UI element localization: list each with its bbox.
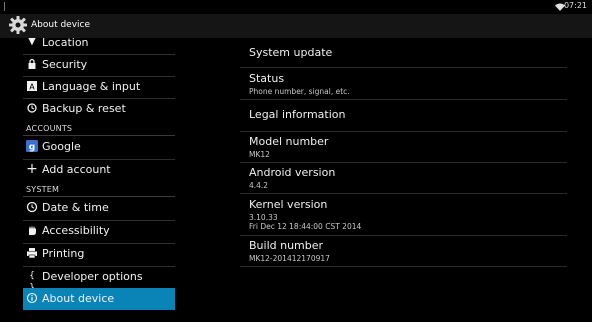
plus-icon: + (26, 161, 38, 177)
divider (240, 67, 567, 68)
lock-icon (28, 58, 36, 69)
sidebar-item-date-time[interactable]: Date & time (23, 197, 175, 219)
settings-gear-icon[interactable] (8, 15, 28, 35)
sidebar-item-label: Google (42, 140, 81, 153)
action-bar: About device (0, 14, 592, 38)
sidebar-item-google[interactable]: g Google (23, 136, 175, 158)
sidebar-item-about-device[interactable]: About device (23, 288, 175, 310)
svg-text:g: g (29, 143, 35, 153)
divider (240, 235, 567, 236)
item-subtitle: 3.10.33 (249, 213, 278, 222)
item-title: Model number (249, 135, 329, 148)
build-number-item[interactable]: Build number MK12-201412170917 (249, 239, 330, 263)
divider (240, 193, 567, 194)
settings-sidebar: ▼ Location Security A Language & input B… (0, 38, 191, 322)
sidebar-item-label: Add account (42, 163, 111, 176)
sidebar-item-printing[interactable]: Printing (23, 243, 175, 265)
section-header-accounts: ACCOUNTS (26, 124, 73, 133)
sidebar-item-language-input[interactable]: A Language & input (23, 76, 175, 98)
keyboard-icon: A (27, 81, 37, 92)
item-subtitle-2: Fri Dec 12 18:44:00 CST 2014 (249, 222, 362, 231)
status-time: 07:21 (563, 1, 587, 10)
model-number-item[interactable]: Model number MK12 (249, 135, 328, 159)
sidebar-item-label: About device (42, 292, 115, 305)
sidebar-item-label: Printing (42, 247, 85, 260)
item-subtitle: Phone number, signal, etc. (249, 87, 350, 96)
kernel-version-item[interactable]: Kernel version 3.10.33 Fri Dec 12 18:44:… (249, 198, 361, 231)
divider (240, 162, 567, 163)
sidebar-item-label: Backup & reset (42, 102, 126, 115)
divider (240, 99, 567, 100)
divider (240, 266, 567, 267)
sidebar-item-location[interactable]: ▼ Location (23, 38, 175, 54)
braces-icon: { } (29, 271, 35, 293)
sidebar-item-label: Location (42, 38, 89, 49)
status-bar-notch (4, 2, 5, 11)
sidebar-item-label: Security (42, 58, 88, 71)
item-subtitle: 4.4.2 (249, 181, 269, 190)
backup-reset-icon (27, 103, 37, 113)
android-version-item[interactable]: Android version 4.4.2 (249, 166, 335, 190)
status-bar: 07:21 (0, 0, 592, 14)
status-item[interactable]: Status Phone number, signal, etc. (249, 72, 350, 96)
location-pin-icon: ▼ (28, 38, 36, 47)
about-device-panel: System update Status Phone number, signa… (191, 38, 592, 322)
sidebar-item-label: Language & input (42, 80, 141, 93)
sidebar-item-label: Accessibility (42, 224, 110, 237)
divider (240, 131, 567, 132)
sidebar-item-add-account[interactable]: + Add account (23, 159, 175, 181)
item-title: System update (249, 46, 333, 59)
item-title: Kernel version (249, 198, 328, 211)
sidebar-item-developer-options[interactable]: { } Developer options (23, 266, 175, 293)
clock-icon (26, 201, 38, 213)
page-title: About device (31, 20, 91, 30)
svg-text:A: A (29, 83, 35, 92)
item-subtitle: MK12 (249, 150, 270, 159)
sidebar-item-label: Developer options (42, 270, 143, 283)
printer-icon (27, 248, 37, 259)
hand-icon (29, 225, 36, 235)
sidebar-item-label: Date & time (42, 201, 109, 214)
sidebar-item-security[interactable]: Security (23, 54, 175, 76)
google-icon: g (26, 140, 38, 152)
sidebar-item-backup-reset[interactable]: Backup & reset (23, 98, 175, 120)
legal-information-item[interactable]: Legal information (249, 108, 345, 121)
section-header-system: SYSTEM (26, 185, 60, 194)
item-subtitle: MK12-201412170917 (249, 254, 330, 263)
item-title: Build number (249, 239, 324, 252)
info-icon (26, 292, 38, 304)
item-title: Status (249, 72, 285, 85)
item-title: Android version (249, 166, 336, 179)
system-update-item[interactable]: System update (249, 46, 332, 59)
sidebar-item-accessibility[interactable]: Accessibility (23, 220, 175, 242)
item-title: Legal information (249, 108, 346, 121)
